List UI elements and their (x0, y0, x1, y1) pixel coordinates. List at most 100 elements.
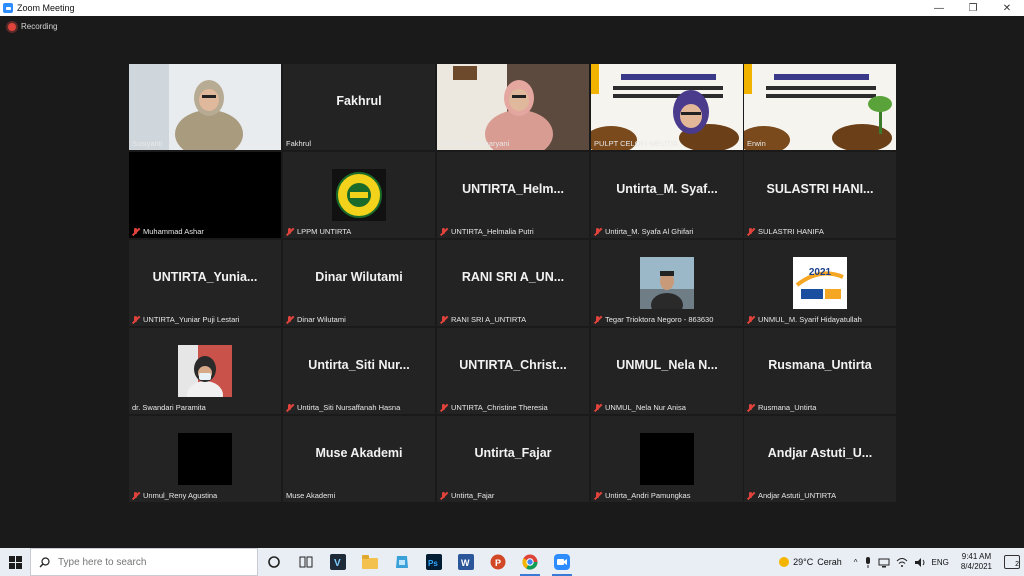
taskbar-app-zoom[interactable] (546, 548, 578, 576)
wifi-icon[interactable] (896, 557, 908, 568)
participant-tile-pulpt-celofi-meutia[interactable]: PULPT CELOFI-MEUTIA (591, 64, 743, 150)
participant-tile-muhammad-ashar[interactable]: Muhammad Ashar (129, 152, 281, 238)
participant-tile-tegar-trioktora-negoro-863630[interactable]: Tegar Trioktora Negoro - 863630 (591, 240, 743, 326)
participant-tile-untirta-yuniar-puji-lestari[interactable]: UNTIRTA_Yunia... UNTIRTA_Yuniar Puji Les… (129, 240, 281, 326)
participant-name-text: Untirta_nani maryani (440, 139, 510, 148)
taskbar-app-file-explorer[interactable] (354, 548, 386, 576)
participant-name-label: RANI SRI A_UNTIRTA (440, 315, 526, 324)
participant-tile-untirta-andri-pamungkas[interactable]: Untirta_Andri Pamungkas (591, 416, 743, 502)
store-icon (396, 556, 408, 568)
start-button[interactable] (0, 548, 30, 576)
participant-tile-untirta-helmalia-putri[interactable]: UNTIRTA_Helm... UNTIRTA_Helmalia Putri (437, 152, 589, 238)
cortana-circle-icon (268, 556, 280, 568)
participant-name-label: SULASTRI HANIFA (747, 227, 824, 236)
taskbar-app-photoshop[interactable]: Ps (418, 548, 450, 576)
participant-tile-unmul-m-syarif-hidayatullah[interactable]: 2021 UNMUL_M. Syarif Hidayatullah (744, 240, 896, 326)
participant-tile-erwin[interactable]: Erwin (744, 64, 896, 150)
participant-name-label: LPPM UNTIRTA (286, 227, 351, 236)
participant-display-name: Rusmana_Untirta (768, 358, 872, 372)
muted-mic-icon (440, 315, 448, 324)
taskbar-app-chrome[interactable] (514, 548, 546, 576)
svg-text:Ps: Ps (428, 559, 438, 568)
lppm-untirta-logo-icon (332, 169, 386, 221)
participant-video (129, 64, 281, 150)
participant-name-label: UNTIRTA_Yuniar Puji Lestari (132, 315, 239, 324)
taskbar-app-vegas[interactable]: V (322, 548, 354, 576)
muted-mic-icon (594, 491, 602, 500)
weather-widget[interactable]: 29°C Cerah (779, 557, 842, 567)
muted-mic-icon (747, 227, 755, 236)
participant-tile-rusmana-untirta[interactable]: Rusmana_Untirta Rusmana_Untirta (744, 328, 896, 414)
maximize-button[interactable]: ❐ (956, 0, 990, 16)
cortana-button[interactable] (258, 548, 290, 576)
participant-display-name: Untirta_Siti Nur... (308, 358, 410, 372)
participant-name-text: Susiyanti (132, 139, 163, 148)
event-badge-image: 2021 (793, 257, 847, 309)
participant-display-name: UNTIRTA_Yunia... (152, 270, 258, 284)
notification-center-button[interactable]: 2 (1004, 555, 1020, 569)
profile-photo-dark (178, 433, 232, 485)
clock-time: 9:41 AM (961, 552, 992, 561)
taskbar-app-powerpoint[interactable]: P (482, 548, 514, 576)
meeting-view: Recording Susiyanti Fakhrul Fakhrul Unti… (0, 16, 1024, 548)
zoom-icon (554, 554, 570, 570)
participant-tile-dinar-wilutami[interactable]: Dinar Wilutami Dinar Wilutami (283, 240, 435, 326)
participant-tile-dr-swandari-paramita[interactable]: dr. Swandari Paramita (129, 328, 281, 414)
participant-display-name: UNMUL_Nela N... (616, 358, 718, 372)
participant-tile-muse-akademi[interactable]: Muse Akademi Muse Akademi (283, 416, 435, 502)
participant-grid: Susiyanti Fakhrul Fakhrul Untirta_nani m… (129, 64, 896, 502)
participant-name-text: Untirta_Andri Pamungkas (605, 491, 691, 500)
participant-name-label: Untirta_Andri Pamungkas (594, 491, 690, 500)
participant-name-label: Untirta_Siti Nursaffanah Hasna (286, 403, 400, 412)
participant-tile-andjar-astuti-untirta[interactable]: Andjar Astuti_U... Andjar Astuti_UNTIRTA (744, 416, 896, 502)
participant-name-label: Dinar Wilutami (286, 315, 346, 324)
participant-display-name: Untirta_M. Syaf... (616, 182, 718, 196)
participant-name-label: Untirta_nani maryani (440, 139, 509, 148)
participant-name-text: UNTIRTA_Yuniar Puji Lestari (143, 315, 240, 324)
profile-photo-dark (640, 433, 694, 485)
participant-name-label: Susiyanti (132, 139, 162, 148)
taskbar-app-store[interactable] (386, 548, 418, 576)
participant-name-label: Andjar Astuti_UNTIRTA (747, 491, 836, 500)
minimize-button[interactable]: — (922, 0, 956, 16)
participant-tile-fakhrul[interactable]: Fakhrul Fakhrul (283, 64, 435, 150)
participant-name-label: Muse Akademi (286, 491, 335, 500)
muted-mic-icon (440, 227, 448, 236)
taskbar-app-word[interactable]: W (450, 548, 482, 576)
participant-tile-untirta-fajar[interactable]: Untirta_Fajar Untirta_Fajar (437, 416, 589, 502)
participant-tile-susiyanti[interactable]: Susiyanti (129, 64, 281, 150)
participant-tile-untirta-m-syafa-al-ghifari[interactable]: Untirta_M. Syaf... Untirta_M. Syafa Al G… (591, 152, 743, 238)
muted-mic-icon (594, 315, 602, 324)
participant-display-name: SULASTRI HANI... (766, 182, 874, 196)
network-icon[interactable] (878, 557, 890, 568)
task-view-button[interactable] (290, 548, 322, 576)
participant-tile-untirta-nani-maryani[interactable]: Untirta_nani maryani (437, 64, 589, 150)
muted-mic-icon (440, 403, 448, 412)
taskbar-search[interactable] (30, 548, 258, 576)
language-indicator[interactable]: ENG (932, 558, 949, 567)
chevron-up-icon[interactable]: ^ (854, 558, 858, 567)
participant-tile-rani-sri-a-untirta[interactable]: RANI SRI A_UN... RANI SRI A_UNTIRTA (437, 240, 589, 326)
recording-indicator[interactable]: Recording (8, 22, 57, 31)
participant-tile-untirta-siti-nursaffanah-hasna[interactable]: Untirta_Siti Nur... Untirta_Siti Nursaff… (283, 328, 435, 414)
muted-mic-icon (286, 403, 294, 412)
volume-icon[interactable] (914, 557, 926, 568)
microphone-icon[interactable] (864, 556, 872, 568)
participant-tile-sulastri-hanifa[interactable]: SULASTRI HANI... SULASTRI HANIFA (744, 152, 896, 238)
system-clock[interactable]: 9:41 AM 8/4/2021 (961, 552, 992, 572)
search-input[interactable] (58, 556, 238, 568)
sun-icon (779, 557, 790, 567)
participant-name-text: UNTIRTA_Christine Theresia (451, 403, 548, 412)
participant-tile-lppm-untirta[interactable]: LPPM UNTIRTA (283, 152, 435, 238)
participant-tile-untirta-christine-theresia[interactable]: UNTIRTA_Christ... UNTIRTA_Christine Ther… (437, 328, 589, 414)
participant-name-text: LPPM UNTIRTA (297, 227, 352, 236)
close-button[interactable]: ✕ (990, 0, 1024, 16)
window-controls: — ❐ ✕ (922, 0, 1024, 16)
participant-name-text: Muhammad Ashar (143, 227, 204, 236)
muted-mic-icon (132, 227, 140, 236)
participant-tile-unmul-nela-nur-anisa[interactable]: UNMUL_Nela N... UNMUL_Nela Nur Anisa (591, 328, 743, 414)
participant-name-label: UNTIRTA_Helmalia Putri (440, 227, 534, 236)
participant-tile-unmul-reny-agustina[interactable]: Unmul_Reny Agustina (129, 416, 281, 502)
muted-mic-icon (440, 491, 448, 500)
muted-mic-icon (594, 403, 602, 412)
